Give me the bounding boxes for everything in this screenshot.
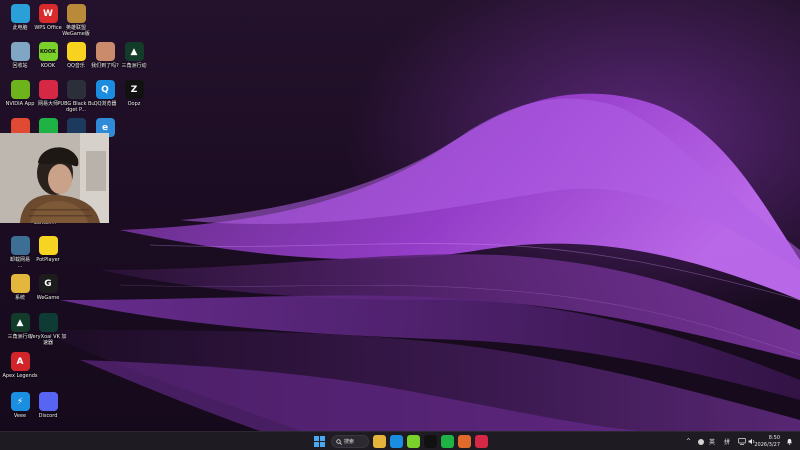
search-icon [336, 438, 342, 445]
desktop-icon-apex[interactable]: A Apex Legends [2, 352, 38, 379]
taskbar-app-netease[interactable] [475, 435, 488, 448]
taskbar-app-file-explorer[interactable] [373, 435, 386, 448]
discord-icon [38, 392, 58, 411]
desktop-icon-oopz[interactable]: Z Oopz [119, 80, 149, 107]
wegame-label: WeGame [36, 295, 60, 301]
ime-language-label: 英 [709, 439, 716, 446]
uninstall-icon [10, 236, 30, 255]
oopz-icon: Z [124, 80, 144, 99]
wegame-icon: G [38, 274, 58, 293]
potplayer-label: PotPlayer [36, 257, 60, 263]
desktop: 此电脑 W WPS Office 英雄联盟 WeGame版 回收站 KOOK KOOK QQ音… [0, 0, 800, 431]
bell-icon [787, 438, 792, 445]
desktop-icon-wegame[interactable]: G WeGame [33, 274, 63, 301]
discord-label: Discord [38, 413, 58, 419]
potplayer-icon [38, 236, 58, 255]
apex-label: Apex Legends [2, 373, 38, 379]
oopz-label: Oopz [127, 101, 141, 107]
delta-force-icon: ▲ [124, 42, 144, 61]
tray-overflow-button[interactable]: ^ [686, 432, 691, 450]
veryxoai-icon [38, 313, 58, 332]
netease-master-icon [38, 80, 58, 99]
qq-browser-icon: Q [95, 80, 115, 99]
clock-date: 2026/3/27 [754, 441, 780, 448]
chevron-up-icon: ^ [686, 438, 692, 445]
taskbar-app-kook[interactable] [407, 435, 420, 448]
taskbar-search[interactable]: 搜索 [331, 435, 369, 448]
delta-force-label: 三角洲行动 [121, 63, 147, 69]
ime-mode-label: 拼 [724, 439, 731, 446]
ime-language[interactable]: 英 [709, 432, 715, 450]
desktop-icon-pubg-budget[interactable]: PUBG Black Budget P... [57, 80, 95, 113]
taskbar-app-oopz[interactable] [424, 435, 437, 448]
folder-system-icon [10, 274, 30, 293]
taskbar-app-browser-q[interactable] [390, 435, 403, 448]
taskbar-app-wechat[interactable] [441, 435, 454, 448]
start-button[interactable] [313, 435, 326, 448]
desktop-icon-delta-force[interactable]: ▲ 三角洲行动 [119, 42, 149, 69]
webcam-overlay [0, 133, 109, 223]
which-stuck-icon [95, 42, 115, 61]
webcam-person-image [0, 133, 109, 223]
notification-button[interactable] [786, 432, 793, 450]
delta-force-2-icon: ▲ [10, 313, 30, 332]
search-label: 搜索 [344, 439, 355, 445]
taskbar-app-app-orange[interactable] [458, 435, 471, 448]
qq-music-icon [66, 42, 86, 61]
lol-wegame-icon [66, 4, 86, 23]
lol-wegame-label: 英雄联盟 WeGame版 [62, 25, 90, 37]
windows-logo-icon [314, 436, 325, 447]
desktop-icon-uninstall[interactable]: 卸载网易 ... [5, 236, 35, 269]
apex-icon: A [10, 352, 30, 371]
network-button[interactable] [738, 432, 746, 450]
veee-icon: ⚡ [10, 392, 30, 411]
network-icon [738, 438, 746, 445]
wps-office-icon: W [38, 4, 58, 23]
pubg-budget-icon [66, 80, 86, 99]
veryxoai-label: VeryXoai VK 加速器 [29, 334, 67, 346]
tray-app-icon-glyph [698, 438, 704, 445]
nvidia-app-icon [10, 80, 30, 99]
taskbar: 搜索 ^ 英 拼 8:50 2026/3/27 [0, 431, 800, 450]
kook-icon: KOOK [38, 42, 58, 61]
ime-mode[interactable]: 拼 [724, 432, 730, 450]
desktop-icon-veryxoai[interactable]: VeryXoai VK 加速器 [30, 313, 66, 346]
recycle-bin-icon [10, 42, 30, 61]
desktop-icon-potplayer[interactable]: PotPlayer [33, 236, 63, 263]
this-pc-icon [10, 4, 30, 23]
desktop-icon-discord[interactable]: Discord [33, 392, 63, 419]
desktop-icon-lol-wegame[interactable]: 英雄联盟 WeGame版 [61, 4, 91, 37]
tray-app-icon[interactable] [697, 432, 705, 450]
taskbar-clock[interactable]: 8:50 2026/3/27 [754, 435, 780, 448]
